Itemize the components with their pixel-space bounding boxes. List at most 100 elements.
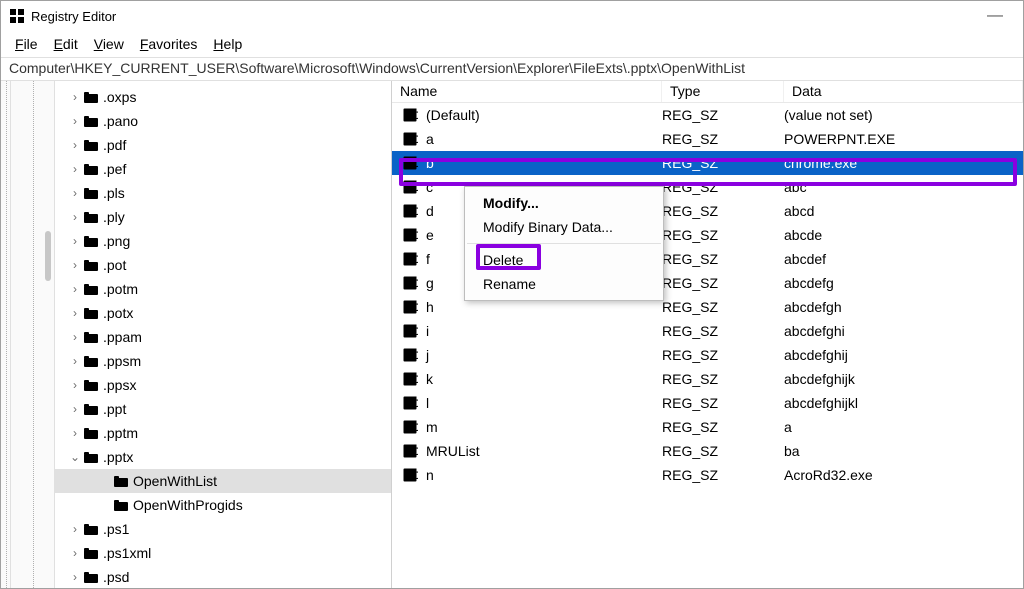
ctx-rename[interactable]: Rename [465, 272, 663, 296]
tree-node[interactable]: › .png [55, 229, 391, 253]
menu-file[interactable]: File [7, 34, 46, 54]
tree-node[interactable]: ›.psd [55, 565, 391, 588]
tree-node[interactable]: ›.ppsx [55, 373, 391, 397]
value-name: j [422, 347, 662, 363]
value-data: (value not set) [784, 107, 1023, 123]
address-bar[interactable]: Computer\HKEY_CURRENT_USER\Software\Micr… [1, 57, 1023, 81]
value-data: abcdefg [784, 275, 1023, 291]
chevron-right-icon[interactable]: › [67, 570, 83, 584]
value-data: abcdefgh [784, 299, 1023, 315]
tree-node[interactable]: ›.pano [55, 109, 391, 133]
tree-node[interactable]: ›.pptm [55, 421, 391, 445]
value-row[interactable]: kREG_SZabcdefghijk [392, 367, 1023, 391]
tree-node[interactable]: ›.ppsm [55, 349, 391, 373]
chevron-right-icon[interactable]: › [67, 306, 83, 320]
minimize-button[interactable]: — [975, 1, 1015, 31]
tree-node[interactable]: ›.ps1 [55, 517, 391, 541]
tree-node[interactable]: OpenWithProgids [55, 493, 391, 517]
tree-node[interactable]: ›.ppt [55, 397, 391, 421]
folder-icon [83, 257, 99, 273]
app-icon [9, 8, 25, 24]
tree-node[interactable]: ›.pef [55, 157, 391, 181]
chevron-right-icon[interactable]: › [67, 138, 83, 152]
menu-favorites[interactable]: Favorites [132, 34, 206, 54]
chevron-right-icon[interactable]: › [67, 522, 83, 536]
menu-edit[interactable]: Edit [46, 34, 86, 54]
chevron-right-icon[interactable]: › [67, 546, 83, 560]
column-name[interactable]: Name [392, 81, 662, 102]
value-type: REG_SZ [662, 107, 784, 123]
tree-node-label: .pdf [103, 137, 126, 153]
value-type: REG_SZ [662, 419, 784, 435]
tree-node[interactable]: OpenWithList [55, 469, 391, 493]
chevron-right-icon[interactable]: › [67, 402, 83, 416]
string-value-icon [398, 251, 422, 267]
value-row[interactable]: (Default)REG_SZ(value not set) [392, 103, 1023, 127]
ctx-modify[interactable]: Modify... [465, 191, 663, 215]
value-data: abcdefghij [784, 347, 1023, 363]
chevron-right-icon[interactable]: › [67, 114, 83, 128]
value-row[interactable]: aREG_SZPOWERPNT.EXE [392, 127, 1023, 151]
column-data[interactable]: Data [784, 81, 1023, 102]
tree-node[interactable]: › .pdf [55, 133, 391, 157]
chevron-right-icon[interactable]: › [67, 282, 83, 296]
folder-icon [83, 113, 99, 129]
value-name: n [422, 467, 662, 483]
value-row[interactable]: nREG_SZAcroRd32.exe [392, 463, 1023, 487]
column-type[interactable]: Type [662, 81, 784, 102]
value-data: a [784, 419, 1023, 435]
chevron-right-icon[interactable]: › [67, 234, 83, 248]
chevron-right-icon[interactable]: › [67, 426, 83, 440]
chevron-right-icon[interactable]: › [67, 90, 83, 104]
tree-node[interactable]: ›.pot [55, 253, 391, 277]
value-data: chrome.exe [784, 155, 1023, 171]
folder-icon [83, 329, 99, 345]
value-type: REG_SZ [662, 227, 784, 243]
value-data: AcroRd32.exe [784, 467, 1023, 483]
value-row[interactable]: lREG_SZabcdefghijkl [392, 391, 1023, 415]
string-value-icon [398, 371, 422, 387]
string-value-icon [398, 419, 422, 435]
tree-node[interactable]: ›.ply [55, 205, 391, 229]
chevron-right-icon[interactable]: › [67, 378, 83, 392]
value-type: REG_SZ [662, 323, 784, 339]
string-value-icon [398, 467, 422, 483]
chevron-right-icon[interactable]: › [67, 210, 83, 224]
tree-scrollbar-thumb[interactable] [45, 231, 51, 281]
tree-node[interactable]: ›.oxps [55, 85, 391, 109]
value-row[interactable]: jREG_SZabcdefghij [392, 343, 1023, 367]
value-row[interactable]: bREG_SZchrome.exe [392, 151, 1023, 175]
tree-node[interactable]: ›.ps1xml [55, 541, 391, 565]
ctx-modify-binary[interactable]: Modify Binary Data... [465, 215, 663, 239]
tree-node[interactable]: ›.potx [55, 301, 391, 325]
chevron-down-icon[interactable]: ⌄ [67, 450, 83, 464]
folder-icon [83, 545, 99, 561]
value-row[interactable]: iREG_SZabcdefghi [392, 319, 1023, 343]
menu-help[interactable]: Help [205, 34, 250, 54]
folder-icon [83, 209, 99, 225]
tree-node[interactable]: ›.potm [55, 277, 391, 301]
chevron-right-icon[interactable]: › [67, 162, 83, 176]
value-data: abcdef [784, 251, 1023, 267]
registry-tree[interactable]: ›.oxps›.pano›.pdf›.pef›.pls›.ply›.png›.p… [55, 81, 391, 588]
chevron-right-icon[interactable]: › [67, 330, 83, 344]
folder-icon [83, 161, 99, 177]
menu-view[interactable]: View [86, 34, 132, 54]
tree-node[interactable]: ⌄.pptx [55, 445, 391, 469]
value-name: h [422, 299, 662, 315]
chevron-right-icon[interactable]: › [67, 186, 83, 200]
tree-node-label: .png [103, 233, 130, 249]
values-list[interactable]: (Default)REG_SZ(value not set)aREG_SZPOW… [392, 103, 1023, 588]
ctx-delete[interactable]: Delete [465, 248, 663, 272]
value-data: abcdefghijk [784, 371, 1023, 387]
value-type: REG_SZ [662, 131, 784, 147]
tree-node[interactable]: ›.pls [55, 181, 391, 205]
value-row[interactable]: mREG_SZa [392, 415, 1023, 439]
string-value-icon [398, 155, 422, 171]
tree-node[interactable]: ›.ppam [55, 325, 391, 349]
folder-icon [83, 353, 99, 369]
value-row[interactable]: MRUListREG_SZba [392, 439, 1023, 463]
chevron-right-icon[interactable]: › [67, 258, 83, 272]
chevron-right-icon[interactable]: › [67, 354, 83, 368]
string-value-icon [398, 275, 422, 291]
